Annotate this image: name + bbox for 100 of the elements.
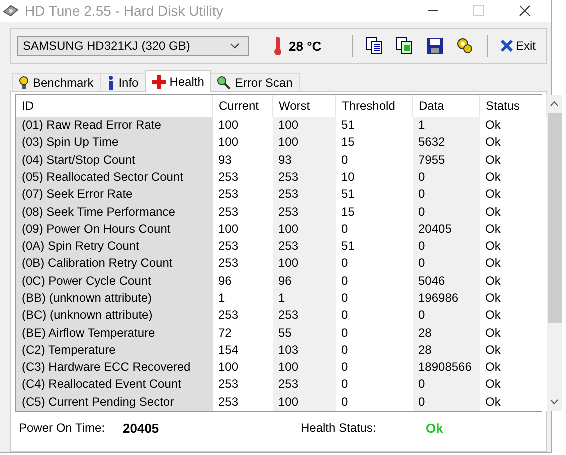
column-header[interactable]: Status: [480, 95, 546, 117]
table-cell: 253: [272, 238, 336, 256]
table-cell: 100: [272, 255, 336, 273]
table-cell: 0: [412, 307, 480, 324]
table-cell: 253: [272, 203, 336, 221]
drive-dropdown[interactable]: SAMSUNG HD321KJ (320 GB): [17, 36, 249, 56]
power-on-value: 20405: [123, 420, 160, 436]
table-cell: 28: [412, 324, 480, 342]
copy-icon[interactable]: [366, 37, 384, 55]
health-status-label: Health Status:: [301, 421, 378, 435]
table-cell: 100: [212, 117, 272, 134]
lightbulb-icon: [19, 76, 29, 90]
cross-icon: [152, 74, 166, 88]
info-icon: [106, 76, 115, 90]
table-cell: 103: [272, 342, 336, 359]
x-icon: [500, 39, 514, 53]
column-header[interactable]: Threshold: [336, 95, 412, 117]
table-cell: (04) Start/Stop Count: [16, 152, 212, 169]
table-cell: 7955: [412, 152, 480, 169]
table-cell: 0: [412, 255, 480, 273]
health-status-value: Ok: [426, 420, 444, 436]
table-cell: 100: [272, 394, 336, 411]
table-cell: (08) Seek Time Performance: [16, 203, 212, 221]
table-cell: (0B) Calibration Retry Count: [16, 255, 212, 273]
table-cell: 0: [412, 376, 480, 394]
table-cell: (01) Raw Read Error Rate: [16, 117, 212, 134]
table-cell: 100: [272, 117, 336, 134]
table-cell: 100: [272, 358, 336, 376]
table-cell: (C4) Reallocated Event Count: [16, 376, 212, 394]
table-cell: 253: [272, 168, 336, 186]
tab[interactable]: Health: [144, 70, 212, 92]
table-cell: 96: [272, 272, 336, 290]
table-cell: 0: [412, 203, 480, 221]
table-cell: (C3) Hardware ECC Recovered: [16, 358, 212, 376]
table-cell: 100: [272, 220, 336, 238]
table-cell: 18908566: [412, 358, 480, 376]
table-cell: (0C) Power Cycle Count: [16, 272, 212, 290]
table-cell: Ok: [480, 272, 546, 290]
copy-icon[interactable]: [396, 37, 414, 55]
thermometer-icon: [273, 36, 283, 56]
table-cell: 0: [412, 168, 480, 186]
table-cell: Ok: [480, 152, 546, 169]
search-icon: [217, 76, 232, 90]
table-cell: (C2) Temperature: [16, 342, 212, 359]
table-cell: Ok: [480, 220, 546, 238]
table-cell: 1: [272, 290, 336, 308]
table-cell: (BB) (unknown attribute): [16, 290, 212, 308]
exit-button[interactable]: Exit: [498, 39, 538, 53]
table-cell: (05) Reallocated Sector Count: [16, 168, 212, 186]
power-on-label: Power On Time:: [19, 421, 106, 435]
table-cell: Ok: [480, 394, 546, 411]
table-cell: 1: [412, 117, 480, 134]
tab[interactable]: Error Scan: [210, 73, 300, 92]
scrollbar[interactable]: [547, 95, 562, 411]
table-cell: 20405: [412, 220, 480, 238]
table-cell: Ok: [480, 168, 546, 186]
window-title: HD Tune 2.55 - Hard Disk Utility: [25, 3, 224, 19]
column-header[interactable]: ID: [16, 95, 212, 117]
table-cell: 0: [412, 238, 480, 256]
table-cell: Ok: [480, 307, 546, 324]
table-cell: 5632: [412, 134, 480, 152]
table-cell: 196986: [412, 290, 480, 308]
table-cell: Ok: [480, 324, 546, 342]
tab[interactable]: Info: [100, 73, 146, 92]
table-cell: Ok: [480, 203, 546, 221]
table-cell: 253: [272, 376, 336, 394]
table-cell: Ok: [480, 117, 546, 134]
table-cell: Ok: [480, 255, 546, 273]
table-cell: 0: [412, 394, 480, 411]
table-cell: 253: [272, 307, 336, 324]
close-icon[interactable]: [519, 5, 531, 17]
table-cell: (BE) Airflow Temperature: [16, 324, 212, 342]
table-cell: Ok: [480, 342, 546, 359]
save-icon[interactable]: [426, 37, 444, 55]
column-header[interactable]: Data: [412, 95, 480, 117]
table-cell: Ok: [480, 134, 546, 152]
table-cell: 5046: [412, 272, 480, 290]
table-cell: 93: [272, 152, 336, 169]
table-cell: (BC) (unknown attribute): [16, 307, 212, 324]
table-cell: Ok: [480, 358, 546, 376]
table-cell: Ok: [480, 186, 546, 204]
table-cell: (0A) Spin Retry Count: [16, 238, 212, 256]
table-cell: 0: [412, 186, 480, 204]
table-cell: 55: [272, 324, 336, 342]
table-cell: Ok: [480, 290, 546, 308]
tab[interactable]: Benchmark: [12, 73, 101, 92]
temperature-value: 28 °C: [289, 38, 322, 54]
table-cell: 253: [272, 186, 336, 204]
table-cell: (C5) Current Pending Sector: [16, 394, 212, 411]
table-cell: 100: [272, 134, 336, 152]
table-cell: (03) Spin Up Time: [16, 134, 212, 152]
table-cell: 28: [412, 342, 480, 359]
caret-icon: [230, 43, 240, 49]
table-cell: 51: [336, 117, 412, 134]
table-cell: (07) Seek Error Rate: [16, 186, 212, 204]
table-cell: Ok: [480, 238, 546, 256]
column-header[interactable]: Current: [212, 95, 272, 117]
table-cell: Ok: [480, 376, 546, 394]
table-cell: (09) Power On Hours Count: [16, 220, 212, 238]
column-header[interactable]: Worst: [272, 95, 336, 117]
